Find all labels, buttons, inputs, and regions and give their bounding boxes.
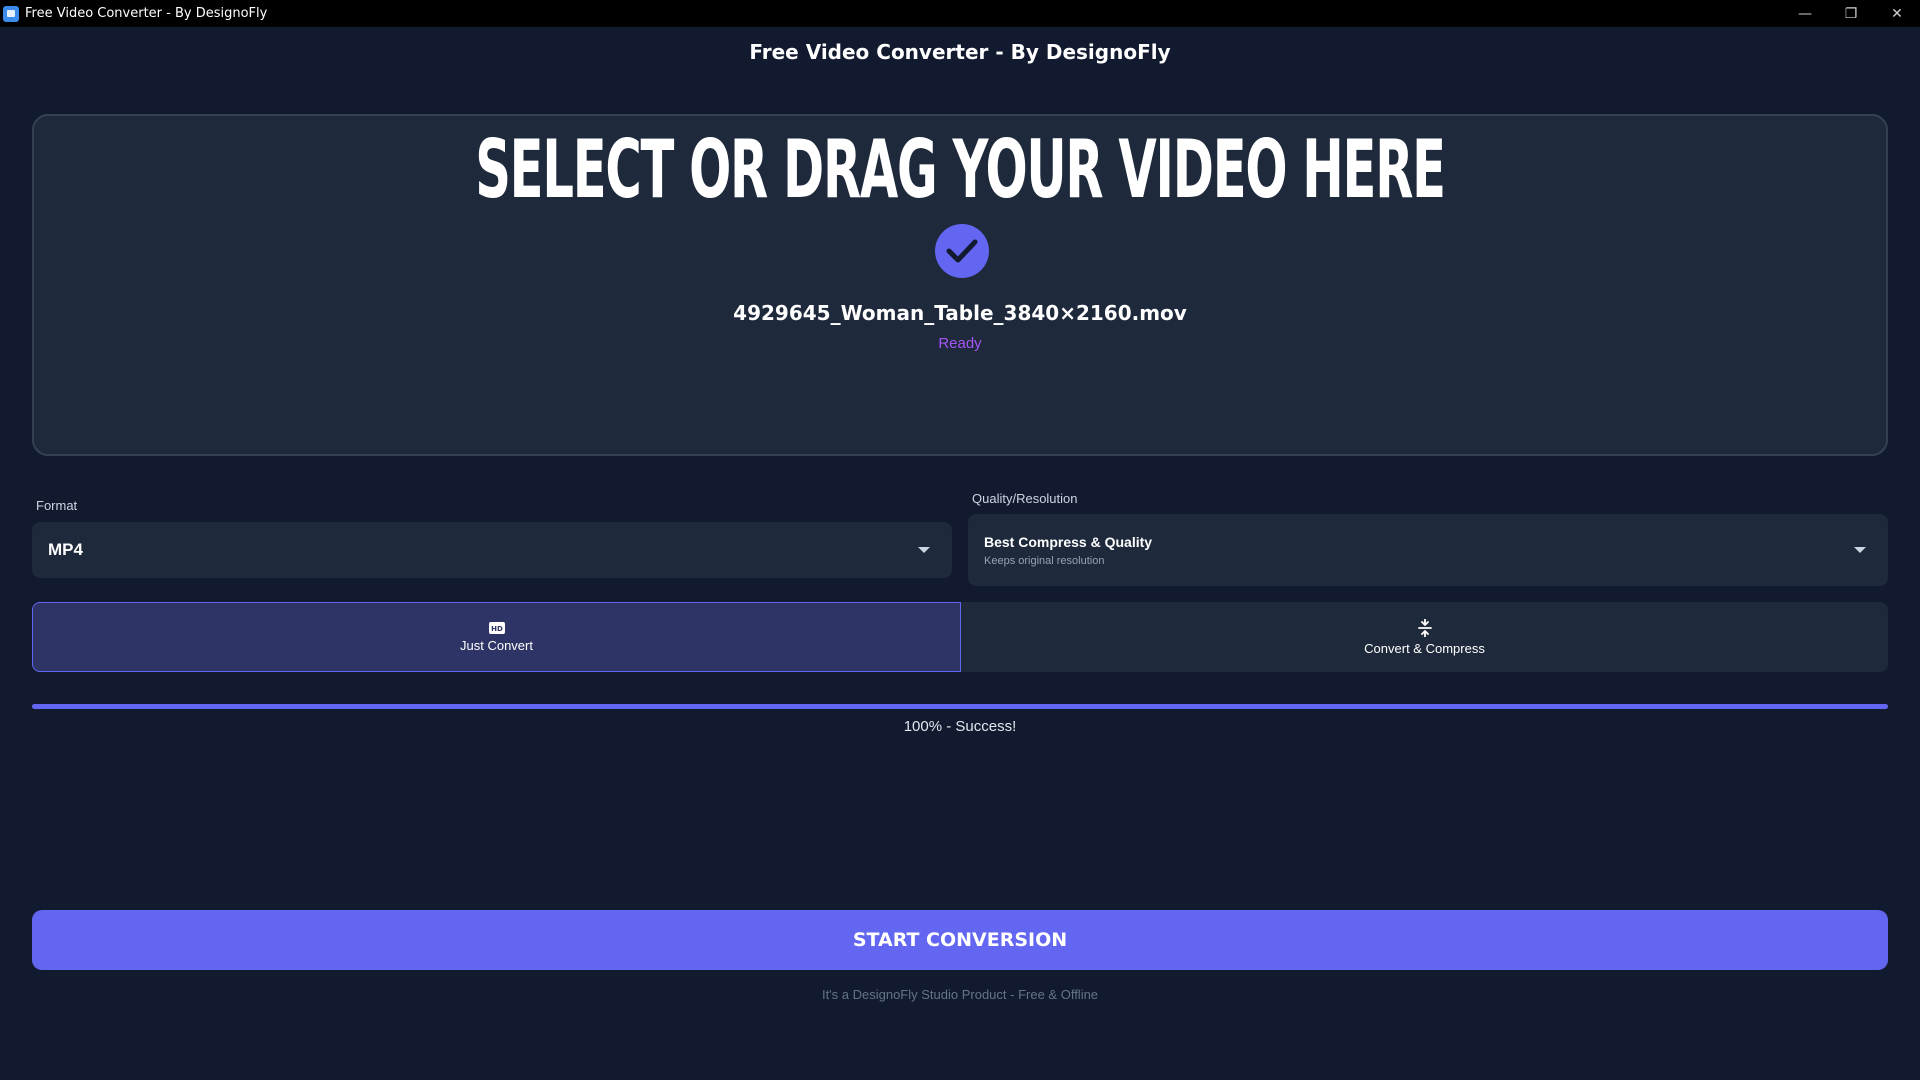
format-label: Format bbox=[36, 498, 78, 513]
restore-button[interactable]: ❐ bbox=[1828, 0, 1874, 27]
dropzone-title: SELECT OR DRAG YOUR VIDEO HERE bbox=[475, 123, 1446, 216]
video-dropzone[interactable]: SELECT OR DRAG YOUR VIDEO HERE 4929645_W… bbox=[32, 114, 1888, 456]
quality-selected-subtitle: Keeps original resolution bbox=[984, 555, 1105, 567]
minimize-button[interactable]: — bbox=[1782, 0, 1828, 27]
conversion-mode-toggle: HD Just Convert Convert & Compress bbox=[32, 602, 1888, 672]
format-select[interactable]: MP4 bbox=[32, 522, 952, 578]
just-convert-label: Just Convert bbox=[460, 637, 533, 653]
convert-compress-button[interactable]: Convert & Compress bbox=[961, 602, 1888, 672]
app-icon bbox=[3, 5, 19, 22]
file-status: Ready bbox=[938, 335, 982, 352]
selected-file-name: 4929645_Woman_Table_3840×2160.mov bbox=[733, 301, 1187, 325]
hd-icon: HD bbox=[488, 621, 505, 634]
checkmark-icon bbox=[946, 239, 978, 263]
quality-label: Quality/Resolution bbox=[972, 491, 1078, 506]
window-titlebar: Free Video Converter - By DesignoFly — ❐… bbox=[0, 0, 1920, 27]
chevron-down-icon bbox=[918, 547, 930, 553]
progress-status-text: 100% - Success! bbox=[903, 718, 1017, 735]
window-title: Free Video Converter - By DesignoFly bbox=[25, 6, 268, 21]
quality-selected-title: Best Compress & Quality bbox=[984, 534, 1153, 550]
start-conversion-button[interactable]: START CONVERSION bbox=[32, 910, 1888, 970]
progress-bar-fill bbox=[32, 704, 1888, 709]
progress-bar bbox=[32, 704, 1888, 709]
window-controls: — ❐ ✕ bbox=[1782, 0, 1920, 27]
footer-text: It's a DesignoFly Studio Product - Free … bbox=[821, 987, 1099, 1002]
compress-icon bbox=[1417, 618, 1432, 637]
check-circle-icon bbox=[935, 224, 989, 278]
quality-select[interactable]: Best Compress & Quality Keeps original r… bbox=[968, 514, 1888, 586]
close-button[interactable]: ✕ bbox=[1874, 0, 1920, 27]
format-selected-value: MP4 bbox=[48, 540, 83, 559]
convert-compress-label: Convert & Compress bbox=[1364, 640, 1485, 656]
just-convert-button[interactable]: HD Just Convert bbox=[32, 602, 961, 672]
app-header-title: Free Video Converter - By DesignoFly bbox=[749, 40, 1171, 64]
chevron-down-icon bbox=[1854, 547, 1866, 553]
svg-text:HD: HD bbox=[491, 625, 503, 633]
